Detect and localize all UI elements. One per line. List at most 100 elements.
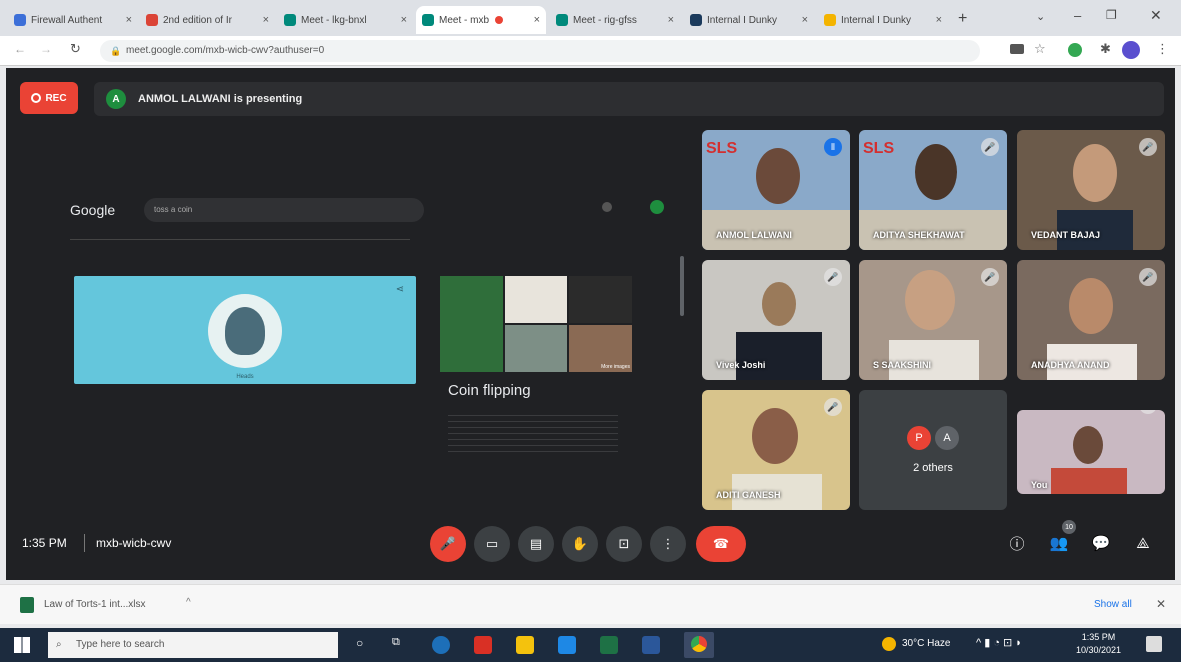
browser-tab[interactable]: Internal I Dunky × <box>684 6 814 34</box>
star-icon[interactable]: ☆ <box>1034 41 1046 57</box>
participant-name: S SAAKSHINI <box>873 360 932 370</box>
camera-icon[interactable] <box>1010 44 1024 54</box>
close-icon[interactable]: × <box>798 14 808 26</box>
participant-head <box>1073 426 1103 464</box>
extension-icon[interactable] <box>1068 43 1082 57</box>
camera-toggle-button[interactable]: ▭ <box>474 526 510 562</box>
url-field[interactable]: 🔒 meet.google.com/mxb-wicb-cwv?authuser=… <box>100 40 980 62</box>
participant-tile[interactable]: 🎤 ADITI GANESH <box>702 390 850 510</box>
close-icon[interactable]: × <box>397 14 407 26</box>
new-tab-button[interactable]: + <box>958 10 967 28</box>
chevron-up-icon[interactable]: ^ <box>186 597 191 608</box>
settings-icon <box>602 202 612 212</box>
windows-start-icon[interactable] <box>14 637 30 653</box>
meeting-code: mxb-wicb-cwv <box>96 536 172 550</box>
acrobat-icon[interactable] <box>474 636 492 654</box>
download-item[interactable]: Law of Torts-1 int...xlsx <box>44 599 146 610</box>
page-icon <box>690 14 702 26</box>
browser-tab[interactable]: Firewall Authent × <box>8 6 138 34</box>
minimize-button[interactable]: – <box>1074 8 1081 23</box>
meeting-time: 1:35 PM <box>22 536 67 550</box>
browser-tab[interactable]: Meet - lkg-bnxl × <box>278 6 413 34</box>
participant-body <box>736 332 822 380</box>
cortana-icon[interactable]: ○ <box>356 636 363 650</box>
browser-tab[interactable]: Internal I Dunky × <box>818 6 948 34</box>
share-scrollbar <box>680 256 684 316</box>
participant-tile[interactable]: SLS 🎤 ADITYA SHEKHAWAT <box>859 130 1007 250</box>
profile-avatar[interactable] <box>1122 41 1140 59</box>
shared-screen: Google toss a coin Heads ⋖ More images C… <box>6 178 690 468</box>
participant-tile[interactable]: SLS ⦀ ANMOL LALWANI <box>702 130 850 250</box>
coin-caption: Heads <box>236 374 254 380</box>
back-icon[interactable]: ← <box>14 42 26 56</box>
meet-icon <box>284 14 296 26</box>
self-tile[interactable]: 🎤 You <box>1017 410 1165 494</box>
meeting-info-button[interactable]: ⓘ <box>1004 528 1030 558</box>
chrome-taskbar-item[interactable] <box>684 632 714 658</box>
chat-button[interactable]: 💬 <box>1088 528 1114 558</box>
close-icon[interactable]: × <box>530 14 540 26</box>
more-options-button[interactable]: ⋮ <box>650 526 686 562</box>
close-icon[interactable]: × <box>122 14 132 26</box>
maximize-button[interactable]: ❐ <box>1106 8 1117 22</box>
close-icon[interactable]: ✕ <box>1156 597 1166 611</box>
participant-head <box>756 148 800 204</box>
participant-tile[interactable]: 🎤 VEDANT BAJAJ <box>1017 130 1165 250</box>
menu-dots-icon[interactable]: ⋮ <box>1156 41 1169 57</box>
mic-toggle-button[interactable]: 🎤 <box>430 526 466 562</box>
weather-text[interactable]: 30°C Haze <box>902 638 950 649</box>
participant-head <box>752 408 798 464</box>
captions-button[interactable]: ▤ <box>518 526 554 562</box>
taskbar-search[interactable]: ⌕ Type here to search <box>48 632 338 658</box>
mic-off-icon: 🎤 <box>1139 410 1157 414</box>
edge-icon[interactable] <box>432 636 450 654</box>
hand-icon: ✋ <box>571 536 589 551</box>
tab-search-chevron-icon[interactable]: ⌄ <box>1036 10 1045 23</box>
search-icon: ⌕ <box>56 639 62 650</box>
notification-icon[interactable] <box>1146 636 1162 652</box>
info-icon: ⓘ <box>1009 535 1025 553</box>
record-dot-icon <box>31 93 42 103</box>
show-all-link[interactable]: Show all <box>1094 599 1132 610</box>
thumbnail: More images <box>569 325 632 372</box>
meet-window: REC A ANMOL LALWANI is presenting Google… <box>6 68 1175 580</box>
sls-logo: SLS <box>863 140 895 157</box>
close-window-button[interactable]: ✕ <box>1150 7 1162 24</box>
raise-hand-button[interactable]: ✋ <box>562 526 598 562</box>
close-icon[interactable]: × <box>932 14 942 26</box>
taskbar-clock[interactable]: 1:35 PM 10/30/2021 <box>1076 631 1121 657</box>
others-tile[interactable]: P A 2 others <box>859 390 1007 510</box>
participant-tile[interactable]: 🎤 ANADHYA ANAND <box>1017 260 1165 380</box>
participant-tile[interactable]: 🎤 Vivek Joshi <box>702 260 850 380</box>
excel-icon[interactable] <box>600 636 618 654</box>
coin-head-icon <box>225 307 265 355</box>
word-icon[interactable] <box>642 636 660 654</box>
store-icon[interactable] <box>558 636 576 654</box>
browser-tab[interactable]: Meet - rig-gfss × <box>550 6 680 34</box>
other-avatar: P <box>907 426 931 450</box>
activities-icon: ⟁ <box>1136 534 1150 552</box>
leave-call-button[interactable]: ☎ <box>696 526 746 562</box>
reload-icon[interactable]: ↻ <box>70 41 81 57</box>
browser-tab-active[interactable]: Meet - mxb × <box>416 6 546 34</box>
others-label: 2 others <box>913 462 953 474</box>
google-search-box: toss a coin <box>144 198 424 222</box>
account-avatar <box>650 200 664 214</box>
participant-name: Vivek Joshi <box>716 360 766 370</box>
puzzle-icon[interactable]: ✱ <box>1100 41 1111 57</box>
tray-icons[interactable]: ^ ▮ ◔ ⊡ ◗ <box>976 636 1022 649</box>
people-count-badge: 10 <box>1062 520 1076 534</box>
close-icon[interactable]: × <box>664 14 674 26</box>
participant-tile[interactable]: 🎤 S SAAKSHINI <box>859 260 1007 380</box>
activities-button[interactable]: ⟁ <box>1130 528 1156 558</box>
browser-tab[interactable]: 2nd edition of Ir × <box>140 6 275 34</box>
thumbnail <box>440 276 503 372</box>
close-icon[interactable]: × <box>259 14 269 26</box>
present-button[interactable]: ⊡ <box>606 526 642 562</box>
participant-name: ADITYA SHEKHAWAT <box>873 230 965 240</box>
forward-icon[interactable]: → <box>40 42 52 56</box>
file-explorer-icon[interactable] <box>516 636 534 654</box>
present-screen-icon: ⊡ <box>618 536 630 551</box>
mic-off-icon: 🎤 <box>1139 138 1157 156</box>
task-view-icon[interactable]: ⧉ <box>392 636 400 649</box>
